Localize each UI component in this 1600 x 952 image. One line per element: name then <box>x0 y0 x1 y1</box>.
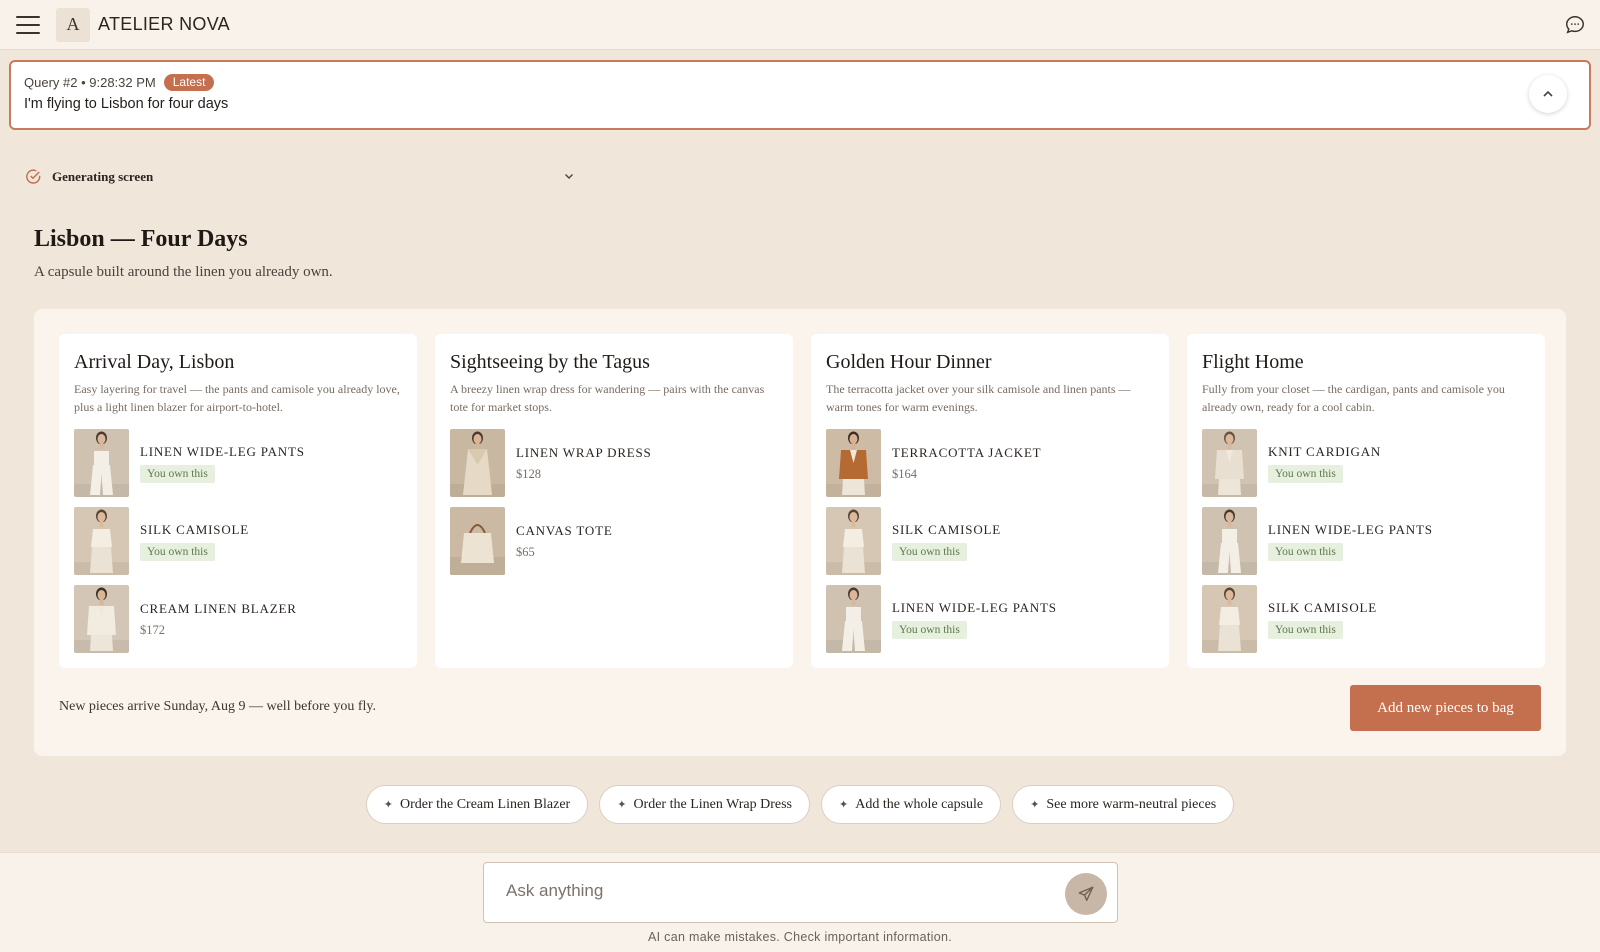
collapse-button[interactable] <box>1529 75 1567 113</box>
item-name: LINEN WIDE-LEG PANTS <box>892 599 1057 615</box>
capsule-panel: Arrival Day, Lisbon Easy layering for tr… <box>34 309 1566 756</box>
page-title: Lisbon — Four Days <box>34 226 248 252</box>
item-price: $65 <box>516 544 535 559</box>
send-icon <box>1078 886 1094 902</box>
composer-area: AI can make mistakes. Check important in… <box>0 852 1600 952</box>
outfit-item[interactable]: CREAM LINEN BLAZER $172 <box>74 585 402 653</box>
suggestion-chip[interactable]: ✦ See more warm-neutral pieces <box>1012 785 1235 824</box>
day-title: Golden Hour Dinner <box>826 351 992 373</box>
day-title: Flight Home <box>1202 351 1304 373</box>
delivery-note: New pieces arrive Sunday, Aug 9 — well b… <box>59 699 376 714</box>
item-image <box>826 507 881 575</box>
sparkle-icon: ✦ <box>839 799 849 811</box>
outfit-item[interactable]: CANVAS TOTE $65 <box>450 507 778 575</box>
outfit-item[interactable]: TERRACOTTA JACKET $164 <box>826 429 1154 497</box>
item-image <box>74 429 129 497</box>
owned-tag: You own this <box>1268 542 1343 561</box>
latest-badge: Latest <box>163 74 215 91</box>
outfit-item[interactable]: LINEN WIDE-LEG PANTS You own this <box>826 585 1154 653</box>
day-description: Fully from your closet — the cardigan, p… <box>1202 382 1505 414</box>
item-image <box>74 507 129 575</box>
day-card: Sightseeing by the Tagus A breezy linen … <box>435 334 793 668</box>
item-name: LINEN WRAP DRESS <box>516 444 652 460</box>
outfit-item[interactable]: LINEN WIDE-LEG PANTS You own this <box>74 429 402 497</box>
owned-tag: You own this <box>892 542 967 561</box>
query-text: I'm flying to Lisbon for four days <box>24 96 229 112</box>
item-image <box>1202 585 1257 653</box>
item-image <box>450 507 505 575</box>
day-description: The terracotta jacket over your silk cam… <box>826 382 1131 414</box>
item-price: $172 <box>140 622 165 637</box>
owned-tag: You own this <box>140 542 215 561</box>
item-price: $164 <box>892 466 917 481</box>
day-card: Arrival Day, Lisbon Easy layering for tr… <box>59 334 417 668</box>
item-name: KNIT CARDIGAN <box>1268 443 1382 459</box>
item-name: LINEN WIDE-LEG PANTS <box>140 443 305 459</box>
item-name: CANVAS TOTE <box>516 522 613 538</box>
outfit-item[interactable]: KNIT CARDIGAN You own this <box>1202 429 1530 497</box>
suggestion-chip[interactable]: ✦ Order the Linen Wrap Dress <box>599 785 811 824</box>
owned-tag: You own this <box>892 620 967 639</box>
day-description: Easy layering for travel — the pants and… <box>74 382 400 414</box>
sparkle-icon: ✦ <box>383 799 393 811</box>
brand-logo: A <box>56 7 90 42</box>
outfit-item[interactable]: SILK CAMISOLE You own this <box>74 507 402 575</box>
brand-name: ATELIER NOVA <box>98 14 230 34</box>
chat-icon[interactable] <box>1564 14 1586 36</box>
chevron-down-icon[interactable] <box>563 170 575 182</box>
outfit-item[interactable]: SILK CAMISOLE You own this <box>1202 585 1530 653</box>
owned-tag: You own this <box>140 464 215 483</box>
item-image <box>1202 429 1257 497</box>
item-name: SILK CAMISOLE <box>892 521 1001 537</box>
sparkle-icon: ✦ <box>617 799 627 811</box>
top-bar: A ATELIER NOVA <box>0 0 1600 50</box>
chevron-up-icon <box>1543 90 1553 97</box>
suggestion-label: Add the whole capsule <box>855 796 984 812</box>
suggestion-label: See more warm-neutral pieces <box>1046 796 1217 812</box>
outfit-item[interactable]: SILK CAMISOLE You own this <box>826 507 1154 575</box>
generating-label: Generating screen <box>52 168 154 184</box>
item-name: LINEN WIDE-LEG PANTS <box>1268 521 1433 537</box>
day-title: Arrival Day, Lisbon <box>74 351 235 373</box>
item-name: CREAM LINEN BLAZER <box>140 600 297 616</box>
suggestion-chips: ✦ Order the Cream Linen Blazer ✦ Order the … <box>0 785 1600 824</box>
item-image <box>74 585 129 653</box>
send-button[interactable] <box>1065 873 1107 915</box>
page-subtitle: A capsule built around the linen you alr… <box>34 264 333 280</box>
day-title: Sightseeing by the Tagus <box>450 351 650 373</box>
suggestion-label: Order the Cream Linen Blazer <box>399 796 571 812</box>
menu-icon[interactable] <box>16 15 40 34</box>
item-image <box>450 429 505 497</box>
ask-box <box>483 862 1118 923</box>
suggestion-chip[interactable]: ✦ Add the whole capsule <box>821 785 1002 824</box>
item-price: $128 <box>516 466 541 481</box>
owned-tag: You own this <box>1268 464 1343 483</box>
outfit-item[interactable]: LINEN WIDE-LEG PANTS You own this <box>1202 507 1530 575</box>
day-card: Flight Home Fully from your closet — the… <box>1187 334 1545 668</box>
owned-tag: You own this <box>1268 620 1343 639</box>
query-card: Query #2 • 9:28:32 PM Latest I'm flying … <box>9 60 1591 130</box>
generating-status[interactable]: Generating screen <box>25 168 575 185</box>
item-name: TERRACOTTA JACKET <box>892 444 1042 460</box>
disclaimer: AI can make mistakes. Check important in… <box>647 930 952 944</box>
suggestion-chip[interactable]: ✦ Order the Cream Linen Blazer <box>365 785 589 824</box>
sparkle-icon: ✦ <box>1030 799 1040 811</box>
item-image <box>826 429 881 497</box>
outfit-item[interactable]: LINEN WRAP DRESS $128 <box>450 429 778 497</box>
day-description: A breezy linen wrap dress for wandering … <box>450 382 765 414</box>
suggestion-label: Order the Linen Wrap Dress <box>633 796 793 812</box>
item-image <box>826 585 881 653</box>
check-circle-icon <box>26 169 41 184</box>
query-meta: Query #2 • 9:28:32 PM <box>24 75 156 90</box>
item-image <box>1202 507 1257 575</box>
ask-input[interactable] <box>506 881 1026 901</box>
day-card: Golden Hour Dinner The terracotta jacket… <box>811 334 1169 668</box>
item-name: SILK CAMISOLE <box>140 521 249 537</box>
add-to-bag-button[interactable]: Add new pieces to bag <box>1350 685 1541 731</box>
item-name: SILK CAMISOLE <box>1268 599 1377 615</box>
